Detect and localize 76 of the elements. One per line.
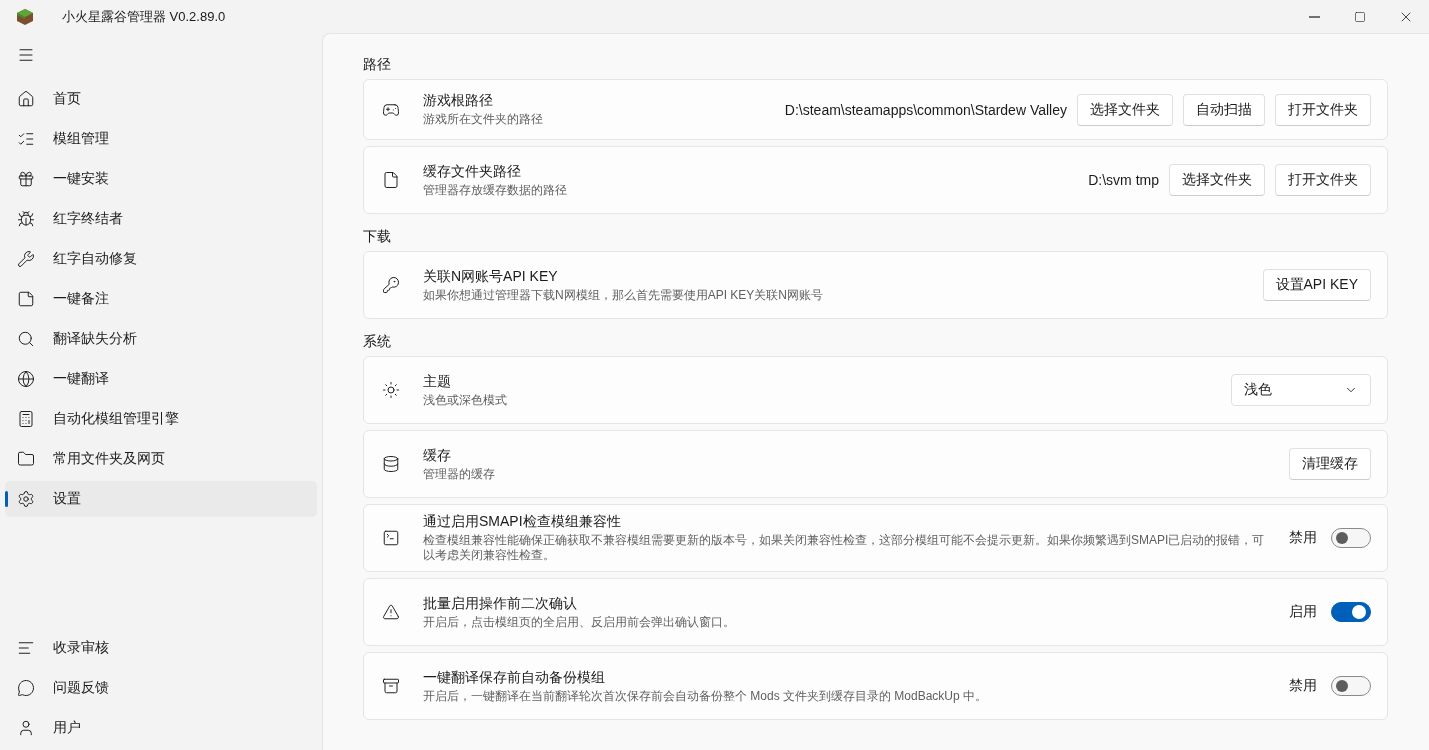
sun-icon — [382, 381, 400, 399]
nav-item[interactable]: 一键安装 — [5, 161, 317, 197]
minimize-icon — [1308, 15, 1320, 18]
setting-title: 缓存 — [423, 446, 452, 465]
toggle-state-label: 禁用 — [1289, 677, 1317, 695]
menu-icon — [17, 46, 35, 64]
setting-title: 游戏根路径 — [423, 92, 494, 110]
action-button[interactable]: 打开文件夹 — [1275, 164, 1371, 196]
setting-description: 浅色或深色模式 — [423, 392, 508, 408]
bug-icon — [17, 210, 35, 228]
home-icon — [17, 90, 35, 108]
user-icon — [17, 719, 35, 737]
globe-icon — [17, 370, 35, 388]
setting-title: 关联N网账号API KEY — [423, 267, 559, 286]
key-icon — [382, 276, 400, 294]
terminal-icon — [382, 529, 400, 547]
setting-title: 主题 — [423, 372, 452, 391]
setting-title: 一键翻译保存前自动备份模组 — [423, 668, 606, 687]
settings-icon — [17, 490, 35, 508]
setting-description: 管理器的缓存 — [423, 466, 496, 482]
section-heading: 路径 — [363, 56, 392, 74]
warning-icon — [382, 603, 400, 621]
toggle-switch[interactable] — [1331, 528, 1371, 548]
setting-title: 通过启用SMAPI检查模组兼容性 — [423, 513, 622, 531]
database-icon — [382, 455, 400, 473]
window-title: 小火星露谷管理器 V0.2.89.0 — [62, 7, 226, 26]
nav-item[interactable]: 翻译缺失分析 — [5, 321, 317, 357]
toggle-switch[interactable] — [1331, 602, 1371, 622]
nav-item[interactable]: 常用文件夹及网页 — [5, 441, 317, 477]
nav-item[interactable]: 一键备注 — [5, 281, 317, 317]
action-button[interactable]: 打开文件夹 — [1275, 93, 1371, 126]
setting-description: 开启后，点击模组页的全启用、反启用前会弹出确认窗口。 — [423, 614, 736, 630]
search-icon — [17, 330, 35, 348]
logo-icon — [16, 7, 34, 26]
note-icon — [17, 290, 35, 308]
selection-indicator — [5, 491, 8, 507]
calculator-icon — [17, 410, 35, 428]
nav-item[interactable]: 一键翻译 — [5, 361, 317, 397]
lines-icon — [17, 639, 35, 657]
archive-icon — [382, 677, 400, 695]
maximize-icon — [1354, 10, 1366, 23]
wrench-icon — [17, 250, 35, 268]
action-button[interactable]: 自动扫描 — [1183, 93, 1265, 126]
setting-description: 游戏所在文件夹的路径 — [423, 112, 544, 127]
nav-item[interactable]: 问题反馈 — [5, 670, 317, 706]
nav-item[interactable]: 模组管理 — [5, 121, 317, 157]
setting-description: 开启后，一键翻译在当前翻译轮次首次保存前会自动备份整个 Mods 文件夹到缓存目录的 ModBackUp 中。 — [423, 688, 989, 704]
path-value: D:\svm tmp — [1088, 172, 1159, 188]
nav-item[interactable]: 红字自动修复 — [5, 241, 317, 277]
action-button[interactable]: 清理缓存 — [1289, 448, 1371, 480]
path-value: D:\steam\steamapps\common\Stardew Valley — [784, 101, 1067, 118]
setting-description: 检查模组兼容性能确保正确获取不兼容模组需要更新的版本号，如果关闭兼容性检查，这部分模组可能不会提示更新。如果你频繁遇到SMAPI已启动的报错，可以考虑关闭兼容性检查。 — [423, 533, 1266, 563]
list-icon — [17, 130, 35, 148]
nav-item[interactable]: 自动化模组管理引擎 — [5, 401, 317, 437]
setting-title: 批量启用操作前二次确认 — [423, 594, 578, 613]
nav-item[interactable]: 用户 — [5, 710, 317, 746]
nav-item[interactable]: 红字终结者 — [5, 201, 317, 237]
toggle-state-label: 禁用 — [1289, 529, 1317, 547]
nav-item[interactable]: 设置 — [5, 481, 317, 517]
file-icon — [382, 171, 400, 189]
setting-description: 如果你想通过管理器下载N网模组，那么首先需要使用API KEY关联N网账号 — [423, 287, 825, 303]
folder-icon — [17, 450, 35, 468]
chat-icon — [17, 679, 35, 697]
section-heading: 下载 — [363, 228, 392, 246]
nav-item[interactable]: 收录审核 — [5, 630, 317, 666]
section-heading: 系统 — [363, 333, 392, 351]
action-button[interactable]: 选择文件夹 — [1077, 93, 1173, 126]
setting-description: 管理器存放缓存数据的路径 — [423, 182, 568, 198]
setting-title: 缓存文件夹路径 — [423, 162, 522, 181]
action-button[interactable]: 选择文件夹 — [1169, 164, 1265, 196]
theme-dropdown[interactable]: 浅色 — [1231, 374, 1371, 406]
toggle-state-label: 启用 — [1289, 603, 1317, 621]
toggle-switch[interactable] — [1331, 676, 1371, 696]
gift-icon — [17, 170, 35, 188]
action-button[interactable]: 设置API KEY — [1262, 269, 1371, 301]
nav-item[interactable]: 首页 — [5, 81, 317, 117]
